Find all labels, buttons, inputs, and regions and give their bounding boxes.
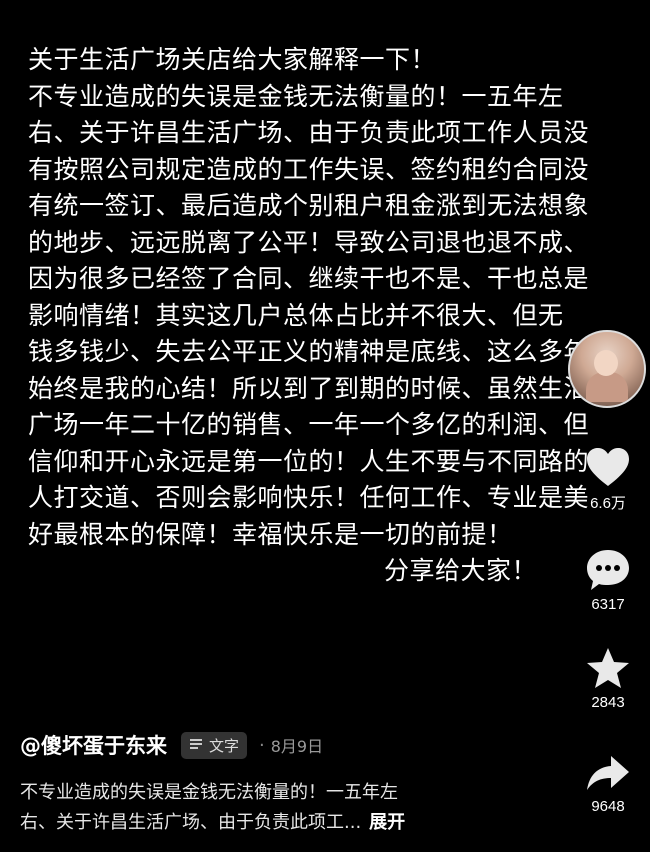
- description-line-2: 右、关于许昌生活广场、由于负责此项工... 展开: [20, 808, 540, 838]
- description-line: 不专业造成的失误是金钱无法衡量的！一五年左: [20, 782, 398, 803]
- favorite-count: 2843: [591, 694, 625, 711]
- post-text-line: 不专业造成的失误是金钱无法衡量的！一五年左: [28, 81, 564, 111]
- post-text-line: 有统一签订、最后造成个别租户租金涨到无法想象: [28, 191, 590, 220]
- post-text-line: 广场一年二十亿的销售、一年一个多亿的利润、但: [28, 410, 590, 439]
- text-tag[interactable]: 文字: [181, 731, 248, 759]
- favorite-button[interactable]: 2843: [570, 646, 646, 711]
- comment-icon: [587, 550, 629, 590]
- post-text-line: 影响情绪！其实这几户总体占比并不很大、但无: [28, 300, 564, 330]
- star-icon: [587, 648, 629, 688]
- author-handle[interactable]: @傻坏蛋于东来: [20, 730, 167, 760]
- expand-button[interactable]: 展开: [369, 812, 405, 833]
- post-text-line: 信仰和开心永远是第一位的！人生不要与不同路的: [28, 446, 590, 476]
- share-arrow-icon: [587, 756, 629, 790]
- tag-label: 文字: [209, 736, 240, 755]
- author-row: @傻坏蛋于东来 文字 · 8月9日: [20, 730, 323, 760]
- post-text-line: 始终是我的心结！所以到了到期的时候、虽然生活: [28, 373, 590, 403]
- post-text-line: 人打交道、否则会影响快乐！任何工作、专业是美: [28, 483, 590, 512]
- post-date: 8月9日: [270, 737, 324, 756]
- post-text-line: 因为很多已经签了合同、继续干也不是、干也总是: [28, 264, 590, 293]
- like-button[interactable]: 6.6万: [570, 446, 646, 513]
- share-button[interactable]: 9648: [570, 754, 646, 815]
- avatar-face: [594, 350, 618, 376]
- share-count: 9648: [591, 798, 625, 815]
- heart-icon: [587, 448, 629, 486]
- like-count: 6.6万: [590, 495, 626, 512]
- post-description: 不专业造成的失误是金钱无法衡量的！一五年左 右、关于许昌生活广场、由于负责此项工…: [20, 778, 540, 838]
- post-text-line: 钱多钱少、失去公平正义的精神是底线、这么多年: [28, 337, 590, 366]
- description-line-text: 右、关于许昌生活广场、由于负责此项工...: [20, 812, 362, 833]
- comment-button[interactable]: 6317: [570, 548, 646, 613]
- post-text-line: 好最根本的保障！幸福快乐是一切的前提！: [28, 519, 513, 549]
- post-text-line: 有按照公司规定造成的工作失误、签约租约合同没: [28, 154, 590, 184]
- separator-dot: ·: [259, 734, 265, 756]
- comment-count: 6317: [591, 596, 625, 613]
- text-lines-icon: [189, 736, 203, 754]
- post-text-line: 的地步、远远脱离了公平！导致公司退也退不成、: [28, 227, 590, 257]
- post-text-line: 右、关于许昌生活广场、由于负责此项工作人员没: [28, 118, 590, 147]
- post-text-line: 分享给大家！: [384, 556, 538, 585]
- post-text-line: 关于生活广场关店给大家解释一下！: [28, 45, 437, 74]
- avatar-figure: [586, 372, 628, 402]
- author-avatar[interactable]: [568, 330, 646, 408]
- post-text-body: 关于生活广场关店给大家解释一下！ 不专业造成的失误是金钱无法衡量的！一五年左 右…: [28, 42, 628, 590]
